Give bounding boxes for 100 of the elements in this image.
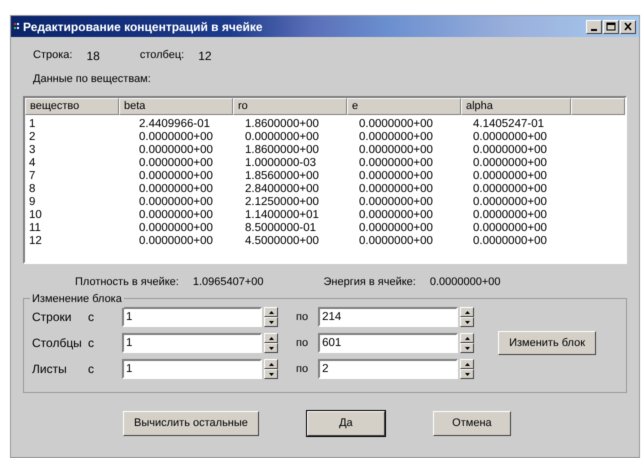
table-cell-text: 0.0000000+00: [138, 130, 214, 144]
table-cell-text: 2.4409966-01: [138, 118, 211, 130]
table-cell-text: 2: [28, 130, 36, 144]
table-cell-text: 4.1405247-01: [472, 118, 545, 130]
table-cell-text: 1.1400000+01: [244, 208, 320, 222]
table-cell-text: 1.8600000+00: [244, 144, 320, 156]
up-arrow-icon: [268, 310, 274, 314]
table-cell-text: 0.0000000+00: [358, 234, 434, 248]
table-cell-text: 10: [28, 208, 43, 222]
field-label: с: [88, 335, 95, 352]
table-cell-text: 0.0000000+00: [138, 156, 214, 170]
table-cell-text: 0.0000000+00: [138, 208, 214, 222]
table-cell-text: 2.8400000+00: [244, 182, 320, 196]
table-cell-text: 0.0000000+00: [358, 196, 434, 208]
table-cell-text: 0.0000000+00: [358, 144, 434, 156]
table-cell-text: 0.0000000+00: [358, 222, 434, 234]
spin-up-button[interactable]: [460, 307, 474, 317]
close-button[interactable]: [620, 20, 636, 34]
table-cell-text: 0.0000000+00: [358, 170, 434, 182]
table-cell-text: 0.0000000+00: [358, 182, 434, 196]
column-header[interactable]: e: [347, 98, 461, 114]
table-cell-text: 12: [28, 234, 43, 248]
table-cell-text: 0.0000000+00: [138, 234, 214, 248]
group-title: Изменение блока: [30, 291, 124, 308]
table-cell-text: 0.0000000+00: [472, 234, 548, 248]
minimize-button[interactable]: [586, 20, 602, 34]
table-cell-text: 7: [28, 170, 36, 182]
input-field[interactable]: 1: [122, 359, 262, 379]
dialog-button[interactable]: Да: [306, 411, 385, 436]
table-cell-text: 0.0000000+00: [138, 144, 214, 156]
spin-down-button[interactable]: [264, 343, 278, 353]
spin-down-button[interactable]: [460, 317, 474, 327]
table-cell-text: 0.0000000+00: [472, 222, 548, 234]
table-cell-text: 1: [28, 118, 36, 130]
close-icon: [623, 22, 633, 31]
field-label: Листы: [32, 361, 68, 378]
maximize-icon: [606, 22, 616, 31]
field-label: по: [296, 362, 308, 377]
down-arrow-icon: [268, 320, 274, 324]
table-cell-text: 0.0000000+00: [472, 208, 548, 222]
dialog-button[interactable]: Отмена: [432, 411, 511, 436]
input-field[interactable]: 1: [122, 307, 262, 327]
input-field[interactable]: 214: [318, 307, 458, 327]
table-cell-text: 1.8600000+00: [244, 118, 320, 130]
input-field[interactable]: 601: [318, 333, 458, 353]
table-cell-text: 0.0000000+00: [472, 144, 548, 156]
app-icon: [14, 22, 20, 32]
table-cell-text: 9: [28, 196, 36, 208]
field-label: с: [88, 309, 95, 326]
table-cell-text: 0.0000000+00: [358, 208, 434, 222]
table-cell-text: 3: [28, 144, 36, 156]
up-arrow-icon: [464, 310, 471, 314]
down-arrow-icon: [268, 346, 274, 350]
row-label: Строка:: [33, 48, 72, 63]
summary-label: Плотность в ячейке:: [75, 274, 179, 290]
apply-block-button[interactable]: Изменить блок: [498, 330, 596, 356]
spin-up-button[interactable]: [264, 333, 278, 343]
table-cell-text: 0.0000000+00: [244, 130, 320, 144]
column-header[interactable]: ro: [233, 98, 347, 114]
table-cell-text: 1.8560000+00: [244, 170, 320, 182]
table-cell-text: 0.0000000+00: [358, 130, 434, 144]
spin-down-button[interactable]: [264, 317, 278, 327]
table-cell-text: 0.0000000+00: [472, 156, 548, 170]
input-field[interactable]: 1: [122, 333, 262, 353]
dialog-button[interactable]: Вычислить остальные: [123, 411, 259, 436]
column-label: столбец:: [140, 48, 184, 63]
row-value: 18: [86, 48, 100, 65]
field-label: по: [296, 336, 308, 351]
table-cell-text: 8.5000000-01: [244, 222, 317, 234]
table-cell-text: 0.0000000+00: [138, 170, 214, 182]
spin-up-button[interactable]: [264, 307, 278, 317]
down-arrow-icon: [464, 372, 471, 376]
spin-up-button[interactable]: [460, 359, 474, 369]
down-arrow-icon: [268, 372, 274, 376]
down-arrow-icon: [464, 320, 471, 324]
column-header[interactable]: beta: [119, 98, 233, 114]
column-header[interactable]: вещество: [25, 98, 119, 114]
input-field[interactable]: 2: [318, 359, 458, 379]
up-arrow-icon: [464, 362, 471, 366]
table-cell-text: 4: [28, 156, 36, 170]
table-cell-text: 0.0000000+00: [138, 182, 214, 196]
table-cell-text: 2.1250000+00: [244, 196, 320, 208]
down-arrow-icon: [464, 346, 471, 350]
spin-down-button[interactable]: [460, 343, 474, 353]
maximize-button[interactable]: [603, 20, 619, 34]
spin-down-button[interactable]: [460, 369, 474, 379]
spin-down-button[interactable]: [264, 369, 278, 379]
column-header[interactable]: alpha: [461, 98, 571, 114]
up-arrow-icon: [268, 362, 274, 366]
table-cell-text: 0.0000000+00: [472, 182, 548, 196]
table-cell-text: 0.0000000+00: [472, 130, 548, 144]
field-label: по: [296, 310, 308, 325]
substance-list[interactable]: [23, 96, 627, 264]
table-cell-text: 11: [28, 222, 42, 234]
column-header: [571, 98, 625, 114]
spin-up-button[interactable]: [264, 359, 278, 369]
summary-label: Энергия в ячейке:: [324, 274, 416, 290]
table-cell-text: 0.0000000+00: [138, 222, 214, 234]
field-label: с: [88, 361, 95, 378]
spin-up-button[interactable]: [460, 333, 474, 343]
